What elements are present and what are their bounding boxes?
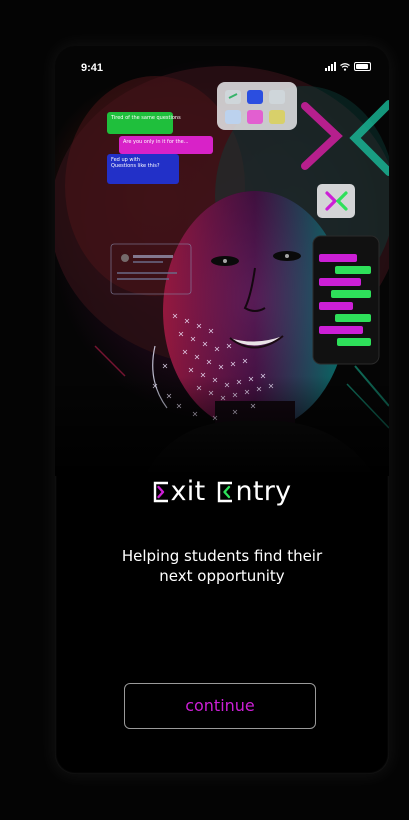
- brand-word-entry: ntry: [235, 476, 292, 507]
- screen-background: 9:41 Tired of the same questions Are you…: [0, 0, 409, 820]
- brand-logo-area: xit ntry: [55, 476, 389, 507]
- chat-bubble-blue: Fed up with Questions like this?: [107, 154, 179, 184]
- status-time: 9:41: [81, 62, 104, 74]
- phone-frame: 9:41 Tired of the same questions Are you…: [55, 46, 389, 774]
- status-bar: 9:41: [55, 46, 389, 86]
- logo-e-icon-entry: [218, 481, 233, 502]
- wifi-icon: [340, 63, 350, 71]
- brand-word-exit: xit: [170, 476, 206, 507]
- continue-button[interactable]: continue: [124, 683, 316, 729]
- logo-tile-icon: [317, 184, 355, 218]
- brand-logo: xit ntry: [153, 476, 292, 507]
- hero-illustration: Tired of the same questions Are you only…: [55, 46, 389, 476]
- tagline-line-2: next opportunity: [159, 567, 285, 585]
- logo-e-icon: [153, 481, 168, 502]
- chat-bubble-green: Tired of the same questions: [107, 112, 181, 134]
- hero-artwork: [55, 46, 389, 476]
- app-icon-grid: [217, 82, 297, 130]
- tagline: Helping students find their next opportu…: [55, 546, 389, 586]
- battery-icon: [354, 62, 371, 71]
- chat-phone-mockup: [312, 235, 380, 365]
- status-icons: [325, 62, 371, 71]
- signal-icon: [325, 62, 336, 71]
- chat-bubble-pink: Are you only in it for the...: [119, 136, 213, 154]
- tagline-line-1: Helping students find their: [121, 547, 323, 565]
